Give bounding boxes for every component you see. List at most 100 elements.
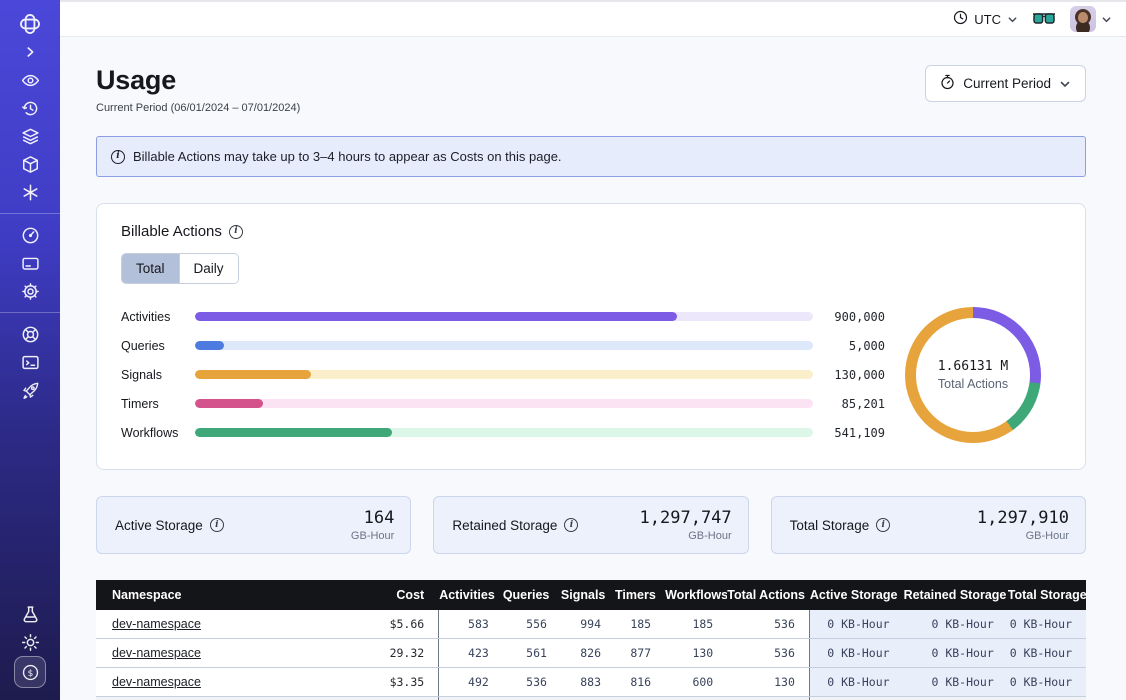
svg-text:$: $ — [27, 668, 33, 678]
storage-card-value: 164 — [351, 508, 394, 528]
queries-cell: 561 — [503, 639, 561, 668]
timers-cell: 877 — [615, 639, 665, 668]
info-banner: i Billable Actions may take up to 3–4 ho… — [96, 136, 1086, 177]
timezone-selector[interactable]: UTC — [953, 10, 1018, 28]
tab-total[interactable]: Total — [122, 254, 179, 283]
credit-card-icon[interactable] — [13, 249, 47, 277]
activities-cell: 492 — [439, 668, 503, 697]
dollar-coin-icon[interactable]: $ — [14, 656, 46, 688]
table-row-partial — [96, 697, 1086, 700]
period-dropdown-label: Current Period — [963, 76, 1051, 91]
layers-icon[interactable] — [13, 122, 47, 150]
column-header: Cost — [369, 580, 439, 610]
billable-actions-card: Billable Actions i Total Daily Activitie… — [96, 203, 1086, 470]
timers-cell: 185 — [615, 610, 665, 639]
billable-actions-title: Billable Actions — [121, 223, 222, 240]
activities-cell: 583 — [439, 610, 503, 639]
bar-row-activities: Activities 900,000 — [121, 302, 885, 331]
storage-card-unit: GB-Hour — [351, 530, 394, 542]
sidebar: $ — [0, 0, 60, 700]
top-bar: UTC — [60, 0, 1126, 37]
column-header: Queries — [503, 580, 561, 610]
eye-icon[interactable] — [13, 66, 47, 94]
info-icon[interactable]: i — [564, 518, 578, 532]
lifebuoy-icon[interactable] — [13, 320, 47, 348]
flask-icon[interactable] — [13, 600, 47, 628]
collapse-chevron-icon[interactable] — [13, 38, 47, 66]
queries-cell: 556 — [503, 610, 561, 639]
clock-icon — [953, 10, 968, 28]
bar-label: Timers — [121, 397, 195, 411]
namespace-link[interactable]: dev-namespace — [112, 646, 201, 660]
timers-cell: 816 — [615, 668, 665, 697]
namespace-link[interactable]: dev-namespace — [112, 675, 201, 689]
info-icon[interactable]: i — [229, 225, 243, 239]
billable-actions-bar-chart: Activities 900,000 Queries 5,000 Signals — [121, 302, 885, 447]
info-icon[interactable]: i — [210, 518, 224, 532]
gear-icon[interactable] — [13, 277, 47, 305]
total-storage-cell: 0 KB-Hour — [1008, 639, 1086, 668]
sidebar-divider — [0, 213, 60, 214]
bar-label: Signals — [121, 368, 195, 382]
total-actions-value: 1.66131 M — [938, 359, 1008, 374]
signals-cell: 883 — [561, 668, 615, 697]
period-dropdown-button[interactable]: Current Period — [925, 65, 1086, 102]
cost-cell: 29.32 — [369, 639, 439, 668]
bar-label: Queries — [121, 339, 195, 353]
history-icon[interactable] — [13, 94, 47, 122]
storage-card-unit: GB-Hour — [640, 530, 732, 542]
asterisk-icon[interactable] — [13, 178, 47, 206]
bar-fill — [195, 428, 392, 437]
sidebar-bottom-group: $ — [13, 600, 47, 688]
total-actions-cell: 536 — [727, 639, 809, 668]
account-menu[interactable] — [1070, 6, 1112, 32]
queries-cell: 536 — [503, 668, 561, 697]
signals-cell: 994 — [561, 610, 615, 639]
bar-fill — [195, 399, 263, 408]
storage-summary-row: Active Storage i 164 GB-Hour Retained St… — [96, 496, 1086, 554]
workflows-cell: 185 — [665, 610, 727, 639]
column-header: Signals — [561, 580, 615, 610]
temporal-logo-icon[interactable] — [13, 10, 47, 38]
glasses-icon[interactable] — [1032, 11, 1056, 27]
column-header: Total Storage — [1008, 580, 1086, 610]
storage-card-label: Total Storage — [790, 518, 870, 533]
cost-cell: $3.35 — [369, 668, 439, 697]
info-icon[interactable]: i — [876, 518, 890, 532]
workflows-cell: 130 — [665, 639, 727, 668]
storage-card-value: 1,297,747 — [640, 508, 732, 528]
namespace-link[interactable]: dev-namespace — [112, 617, 201, 631]
rocket-icon[interactable] — [13, 376, 47, 404]
tab-daily[interactable]: Daily — [179, 254, 238, 283]
active-storage-cell: 0 KB-Hour — [809, 639, 903, 668]
gauge-icon[interactable] — [13, 221, 47, 249]
total-actions-label: Total Actions — [938, 377, 1008, 391]
total-storage-cell: 0 KB-Hour — [1008, 610, 1086, 639]
terminal-icon[interactable] — [13, 348, 47, 376]
sun-icon[interactable] — [13, 628, 47, 656]
bar-fill — [195, 341, 224, 350]
bar-value: 5,000 — [813, 339, 885, 353]
retained-storage-card: Retained Storage i 1,297,747 GB-Hour — [433, 496, 748, 554]
storage-card-label: Active Storage — [115, 518, 203, 533]
donut-chart: 1.66131 M Total Actions — [905, 307, 1041, 443]
table-header-row: Namespace Cost Activities Queries Signal… — [96, 580, 1086, 610]
page-content: Usage Current Period (06/01/2024 – 07/01… — [60, 37, 1126, 700]
bar-value: 541,109 — [813, 426, 885, 440]
column-header: Active Storage — [809, 580, 903, 610]
bar-row-queries: Queries 5,000 — [121, 331, 885, 360]
bar-label: Activities — [121, 310, 195, 324]
activities-cell: 423 — [439, 639, 503, 668]
workflows-cell: 600 — [665, 668, 727, 697]
total-actions-cell: 536 — [727, 610, 809, 639]
column-header: Activities — [439, 580, 503, 610]
cube-icon[interactable] — [13, 150, 47, 178]
view-toggle: Total Daily — [121, 253, 239, 284]
bar-value: 900,000 — [813, 310, 885, 324]
bar-value: 130,000 — [813, 368, 885, 382]
total-actions-cell: 130 — [727, 668, 809, 697]
storage-card-label: Retained Storage — [452, 518, 557, 533]
active-storage-card: Active Storage i 164 GB-Hour — [96, 496, 411, 554]
column-header: Timers — [615, 580, 665, 610]
stopwatch-icon — [940, 74, 955, 93]
